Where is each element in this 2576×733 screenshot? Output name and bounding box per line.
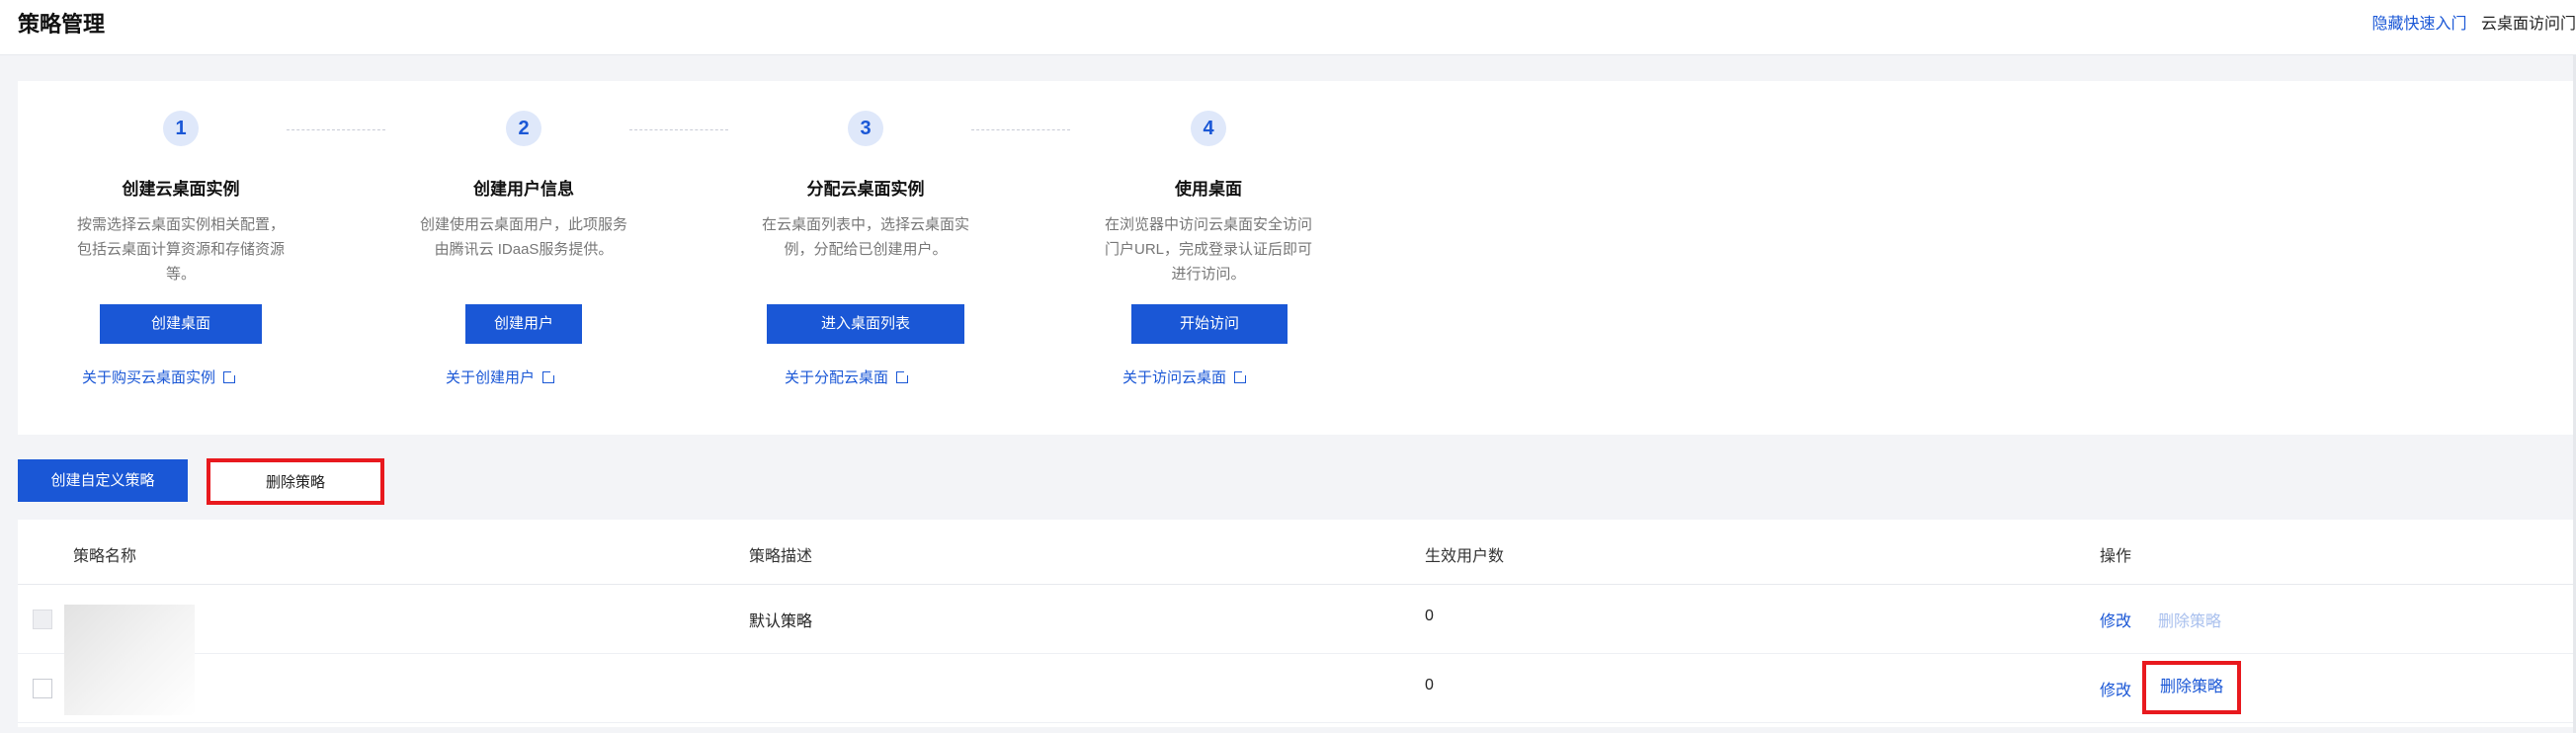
- redacted-region: [64, 605, 195, 715]
- table-header: 策略名称 策略描述 生效用户数 操作: [18, 520, 2576, 585]
- step-number: 2: [506, 111, 541, 146]
- create-user-button[interactable]: 创建用户: [465, 304, 582, 344]
- link-label: 关于创建用户: [446, 369, 536, 386]
- step-number: 1: [163, 111, 199, 146]
- step-title: 分配云桌面实例: [806, 180, 925, 199]
- policy-description: 默认策略: [749, 613, 813, 630]
- external-link-icon: [223, 369, 238, 383]
- quick-start-guide: 1 创建云桌面实例 按需选择云桌面实例相关配置，包括云桌面计算资源和存储资源等。…: [18, 81, 2576, 435]
- step-description: 在云桌面列表中，选择云桌面实例，分配给已创建用户。: [762, 216, 970, 258]
- top-bar: 策略管理 隐藏快速入门 云桌面访问门: [0, 0, 2576, 55]
- link-label: 关于购买云桌面实例: [82, 369, 216, 386]
- step-connector: [971, 129, 1070, 130]
- link-label: 关于分配云桌面: [785, 369, 889, 386]
- step-connector: [287, 129, 385, 130]
- row-checkbox[interactable]: [33, 679, 52, 698]
- policy-table: 策略名称 策略描述 生效用户数 操作 默 默认策略 0 修改 删除策略 te 0…: [18, 520, 2576, 727]
- external-link-icon: [1234, 369, 1249, 383]
- delete-policy-link-disabled: 删除策略: [2158, 613, 2222, 630]
- external-link-icon: [896, 369, 911, 383]
- create-desktop-button[interactable]: 创建桌面: [100, 304, 262, 344]
- policy-user-count: 0: [1425, 677, 1434, 693]
- hide-quick-start-link[interactable]: 隐藏快速入门: [2372, 16, 2467, 33]
- link-label: 关于访问云桌面: [1122, 369, 1227, 386]
- delete-policy-button[interactable]: 删除策略: [207, 458, 384, 505]
- step-title: 创建云桌面实例: [122, 180, 240, 199]
- external-link-icon: [542, 369, 557, 383]
- page-title: 策略管理: [18, 12, 106, 37]
- about-access-desktop-link[interactable]: 关于访问云桌面: [1122, 366, 1249, 387]
- column-header-users: 生效用户数: [1425, 548, 1505, 565]
- step-number: 3: [848, 111, 883, 146]
- step-number: 4: [1191, 111, 1226, 146]
- column-header-name: 策略名称: [73, 548, 137, 565]
- step-description: 在浏览器中访问云桌面安全访问门户URL，完成登录认证后即可进行访问。: [1105, 216, 1313, 283]
- edit-policy-link[interactable]: 修改: [2100, 677, 2131, 700]
- step-title: 创建用户信息: [473, 180, 574, 199]
- column-header-actions: 操作: [2100, 548, 2132, 565]
- delete-policy-link[interactable]: 删除策略: [2142, 661, 2241, 714]
- policy-user-count: 0: [1425, 608, 1434, 624]
- enter-desktop-list-button[interactable]: 进入桌面列表: [767, 304, 964, 344]
- step-description: 按需选择云桌面实例相关配置，包括云桌面计算资源和存储资源等。: [77, 216, 286, 283]
- about-create-user-link[interactable]: 关于创建用户: [446, 366, 557, 387]
- row-checkbox: [33, 610, 52, 629]
- about-assign-desktop-link[interactable]: 关于分配云桌面: [785, 366, 911, 387]
- top-links: 隐藏快速入门 云桌面访问门: [2372, 10, 2576, 34]
- about-purchase-link[interactable]: 关于购买云桌面实例: [82, 366, 238, 387]
- create-custom-policy-button[interactable]: 创建自定义策略: [18, 459, 188, 502]
- table-row: 默 默认策略 0 修改 删除策略: [18, 585, 2576, 654]
- cloud-desktop-access-link[interactable]: 云桌面访问门: [2481, 16, 2576, 33]
- column-header-description: 策略描述: [749, 548, 813, 565]
- table-row: te 0 修改 删除策略: [18, 654, 2576, 723]
- step-title: 使用桌面: [1175, 180, 1242, 199]
- step-description: 创建使用云桌面用户，此项服务由腾讯云 IDaaS服务提供。: [420, 216, 628, 258]
- edit-policy-link[interactable]: 修改: [2100, 608, 2131, 631]
- step-connector: [629, 129, 728, 130]
- start-access-button[interactable]: 开始访问: [1131, 304, 1288, 344]
